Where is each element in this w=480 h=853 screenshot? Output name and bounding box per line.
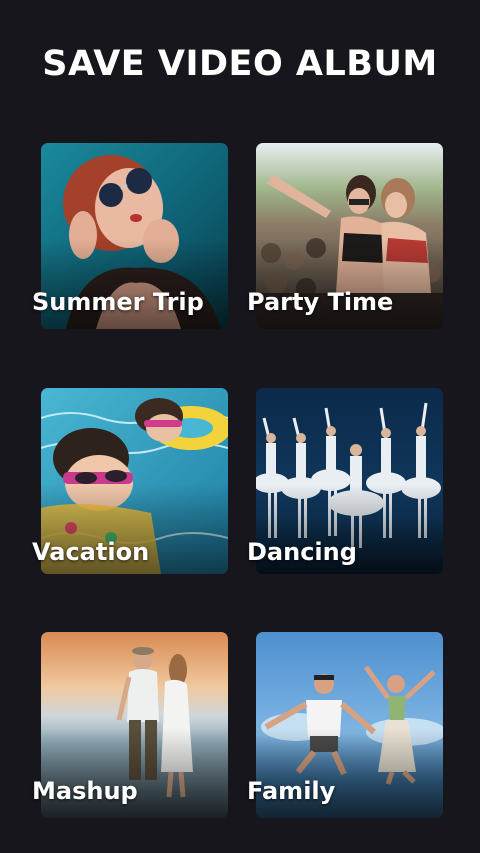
album-screen: SAVE VIDEO ALBUM Summer Trip Party Time … [0, 0, 480, 853]
album-label: Family [247, 777, 336, 805]
album-label: Party Time [247, 288, 394, 316]
album-card-vacation[interactable]: Vacation [32, 388, 228, 574]
album-card-summer-trip[interactable]: Summer Trip [32, 143, 228, 329]
album-card-dancing[interactable]: Dancing [247, 388, 443, 574]
page-title: SAVE VIDEO ALBUM [42, 44, 438, 84]
album-label: Dancing [247, 538, 357, 566]
album-label: Vacation [32, 538, 150, 566]
album-label: Summer Trip [32, 288, 204, 316]
album-card-mashup[interactable]: Mashup [32, 632, 228, 818]
album-card-party-time[interactable]: Party Time [247, 143, 443, 329]
album-label: Mashup [32, 777, 138, 805]
album-card-family[interactable]: Family [247, 632, 443, 818]
